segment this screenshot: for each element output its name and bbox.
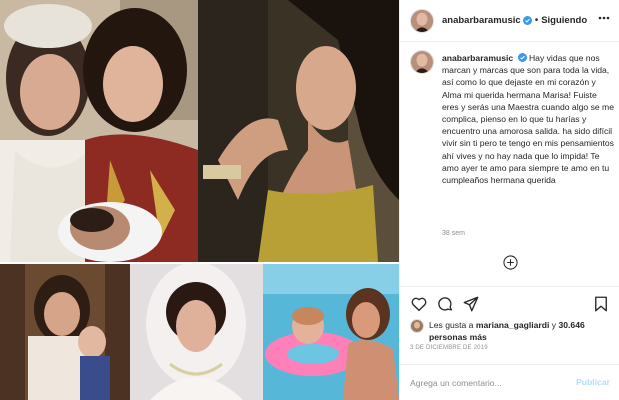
- load-more-comments-icon[interactable]: [503, 255, 518, 270]
- heart-icon[interactable]: [410, 295, 428, 313]
- likes-section: Les gusta a mariana_gagliardi y 30.646 p…: [410, 318, 615, 344]
- comment-input[interactable]: [410, 376, 560, 390]
- caption-section: anabarbaramusic Hay vidas que nos marcan…: [410, 50, 615, 286]
- action-bar: [400, 286, 619, 320]
- post-sidebar: anabarbaramusic • Siguiendo anabarbaramu…: [399, 0, 619, 400]
- comment-bubble-icon[interactable]: [436, 295, 454, 313]
- publish-button[interactable]: Publicar: [576, 377, 610, 387]
- post-date: 3 DE DICIEMBRE DE 2019: [410, 345, 488, 351]
- liker-avatar[interactable]: [410, 319, 424, 333]
- photo-girls-in-pool: [263, 264, 399, 400]
- comment-bar: Publicar: [400, 364, 619, 400]
- header-separator: •: [534, 15, 539, 26]
- liker-username[interactable]: mariana_gagliardi: [476, 320, 550, 330]
- verified-badge-icon: [522, 16, 532, 25]
- photo-bride-portrait: [130, 264, 263, 400]
- following-button[interactable]: Siguiendo: [541, 15, 587, 26]
- header-username[interactable]: anabarbaramusic: [442, 15, 521, 26]
- caption-avatar[interactable]: [410, 50, 434, 74]
- caption-body: Hay vidas que nos marcan y marcas que so…: [442, 53, 614, 186]
- more-options-icon[interactable]: [598, 16, 610, 20]
- avatar[interactable]: [410, 8, 434, 33]
- paper-plane-icon[interactable]: [462, 295, 480, 313]
- post-header: anabarbaramusic • Siguiendo: [400, 0, 619, 42]
- post-image-collage[interactable]: [0, 0, 399, 400]
- caption-username[interactable]: anabarbaramusic: [442, 53, 513, 63]
- photo-woman-holding-child: [0, 264, 130, 400]
- likes-prefix: Les gusta a: [429, 320, 476, 330]
- caption-text: anabarbaramusic Hay vidas que nos marcan…: [442, 52, 614, 186]
- photo-smiling-woman-profile: [198, 0, 399, 262]
- post-time-ago: 38 sem: [442, 230, 465, 237]
- verified-badge-icon: [517, 53, 527, 62]
- likes-text: Les gusta a mariana_gagliardi y 30.646 p…: [429, 320, 615, 343]
- bookmark-icon[interactable]: [592, 295, 610, 313]
- photo-two-women-with-baby: [0, 0, 198, 262]
